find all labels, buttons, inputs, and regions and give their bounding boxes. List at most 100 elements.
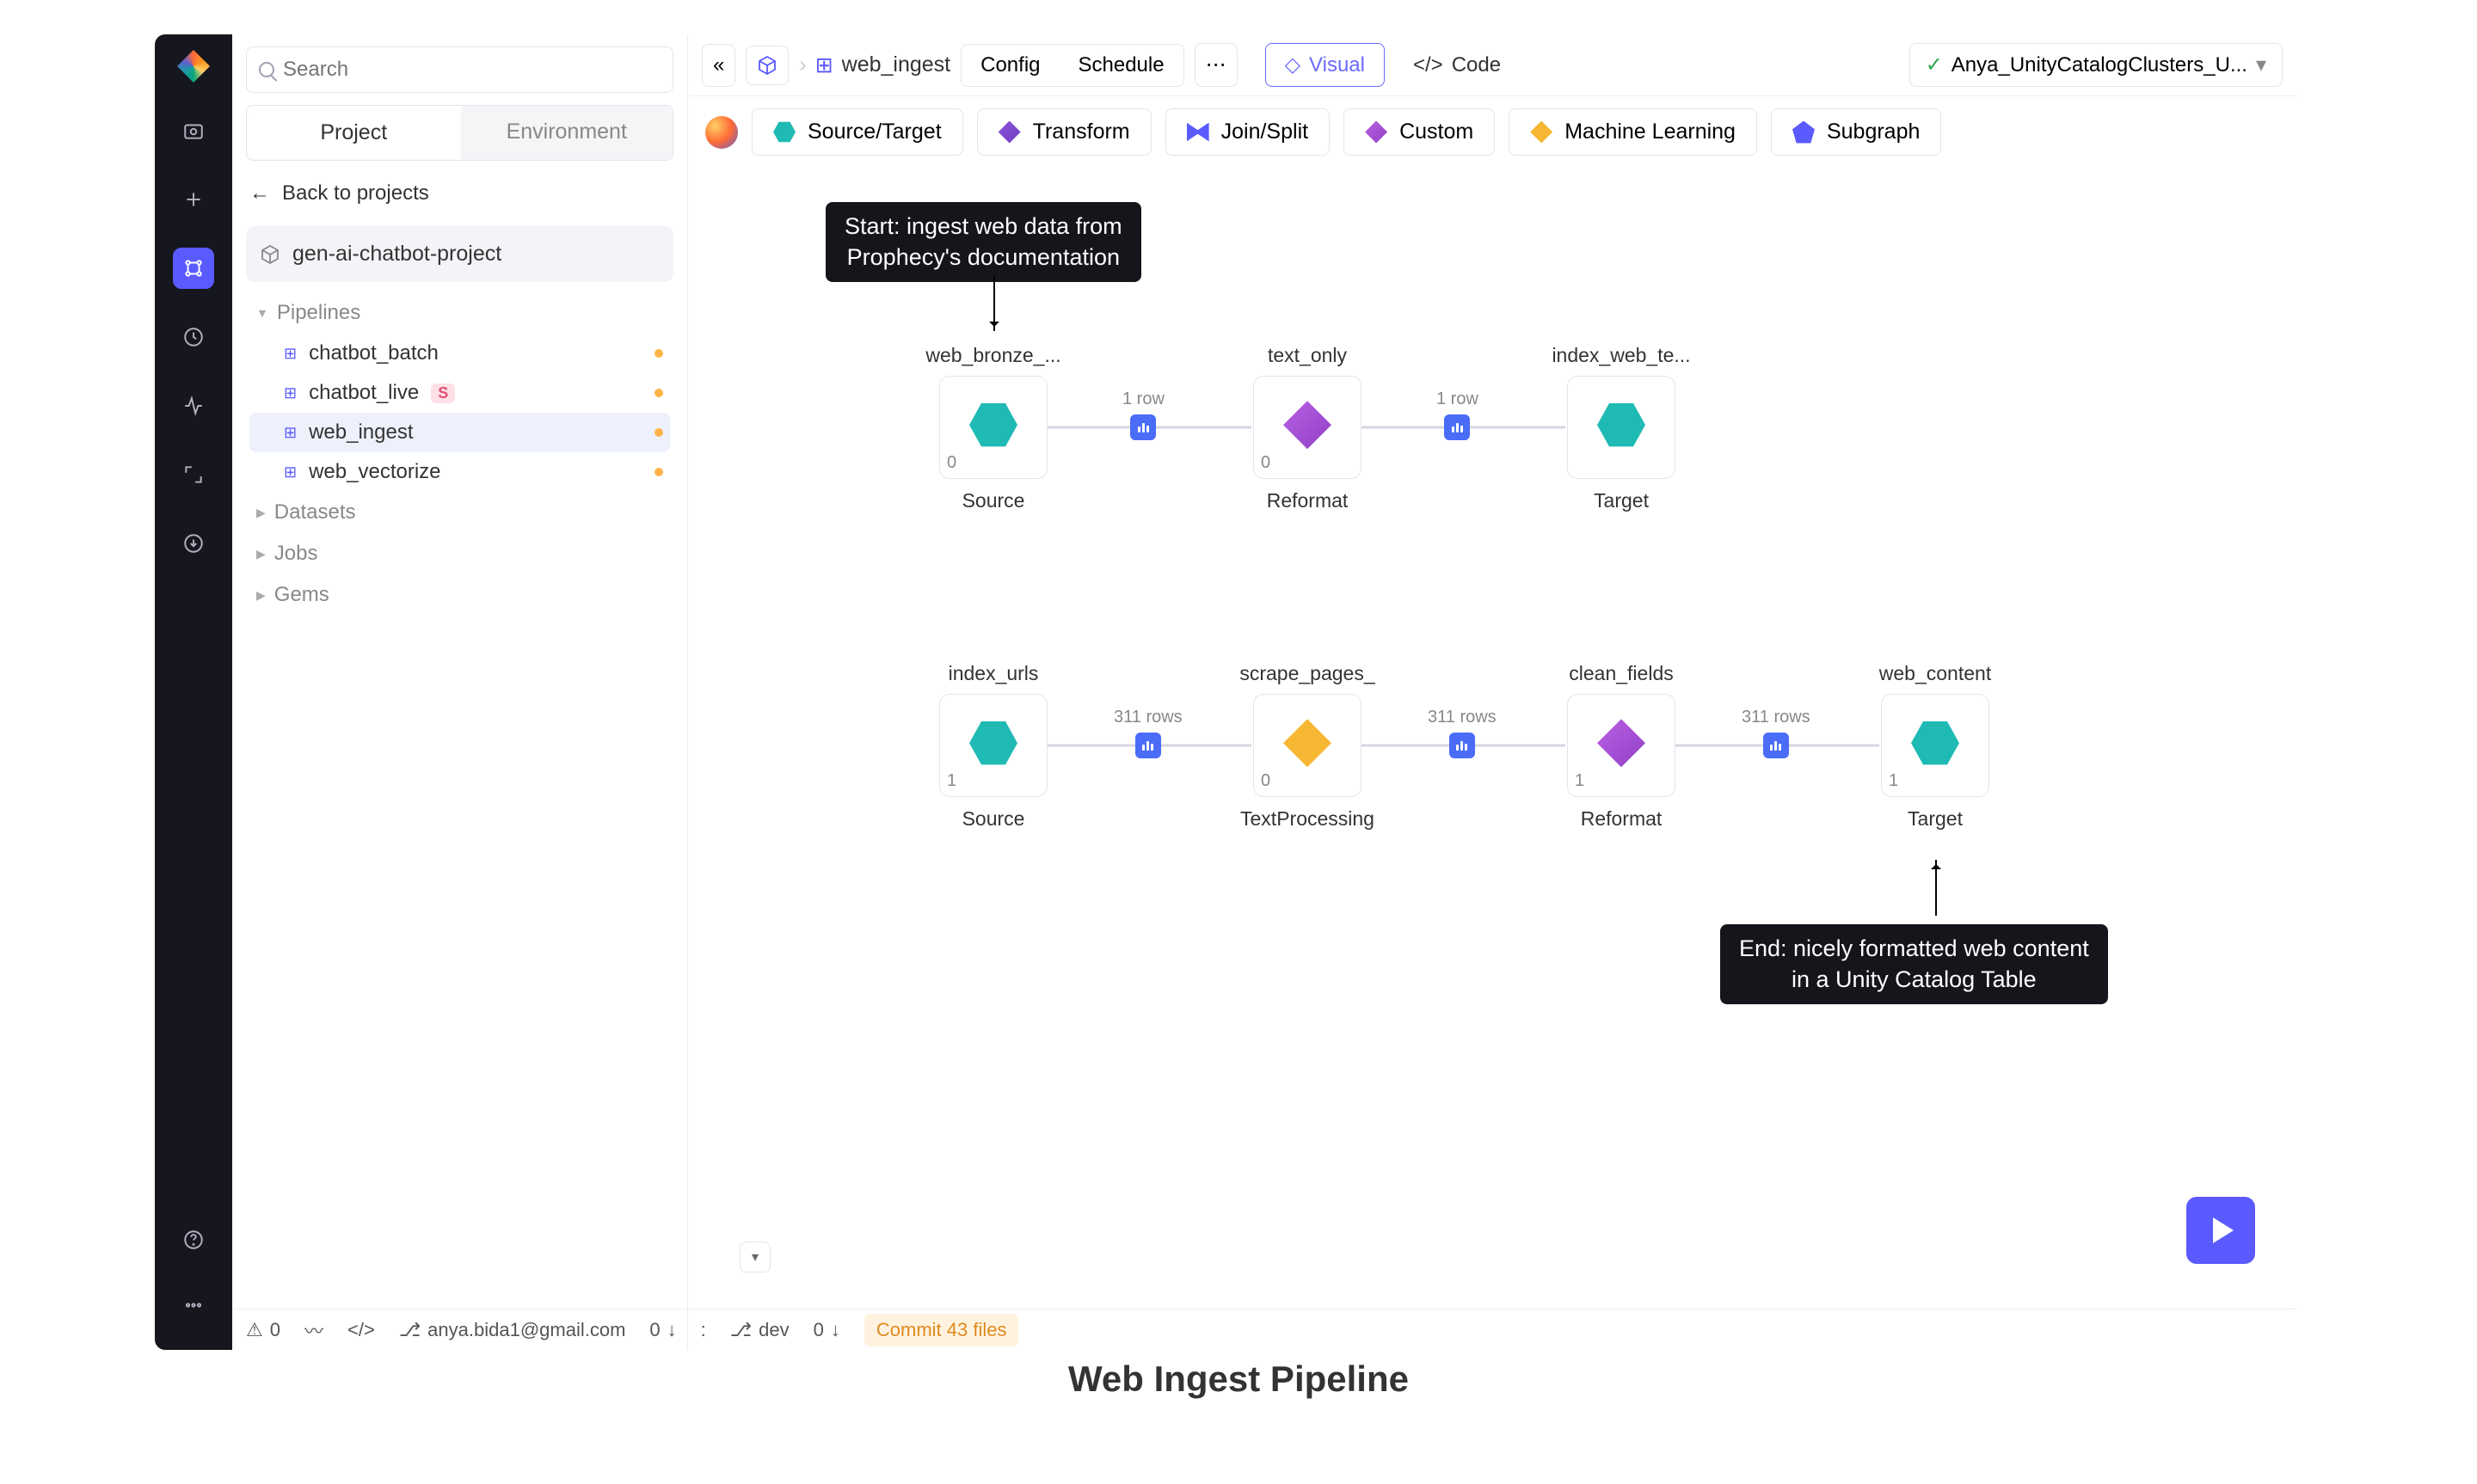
branch-icon: ⎇ [399,1319,421,1341]
pipeline-crumb-cube[interactable] [746,46,789,85]
node-web-content[interactable]: web_content 1 Target [1879,662,1991,831]
tree-jobs[interactable]: ▶Jobs [249,533,670,574]
canvas[interactable]: web_bronze_... 0 Source text_only 0 Refo… [688,168,2296,1350]
badge-s: S [431,383,455,403]
node-count: 0 [947,453,956,473]
status-colon: : [701,1319,706,1341]
status-outgoing[interactable]: 0↓ [814,1319,840,1341]
canvas-dropdown-button[interactable]: ▾ [740,1242,771,1272]
node-title: index_urls [949,662,1039,685]
node-scrape-pages[interactable]: scrape_pages_ 0 TextProcessing [1251,662,1363,831]
back-button[interactable]: « [702,44,735,87]
status-email: anya.bida1@gmail.com [427,1319,625,1341]
arrow-down-icon: ↓ [831,1319,840,1341]
project-row[interactable]: gen-ai-chatbot-project [246,226,673,282]
palette-transform[interactable]: Transform [977,108,1152,156]
prophecy-logo-icon [177,50,210,83]
status-branch[interactable]: ⎇ dev [730,1319,790,1341]
node-title: scrape_pages_ [1239,662,1374,685]
status-incoming[interactable]: 0↓ [649,1319,676,1341]
tree-pipelines[interactable]: ▼ Pipelines [249,292,670,334]
pipeline-icon: ⊞ [284,384,297,402]
node-clean-fields[interactable]: clean_fields 1 Reformat [1565,662,1677,831]
config-tab[interactable]: Config [962,45,1059,86]
node-title: clean_fields [1569,662,1673,685]
status-code[interactable]: </> [347,1319,375,1341]
status-count: 0 [649,1319,660,1341]
edge-chip[interactable]: 1 row [1122,389,1165,440]
rail-expand-icon[interactable] [173,454,214,495]
tree-gems[interactable]: ▶Gems [249,574,670,616]
cluster-name: Anya_UnityCatalogClusters_U... [1951,53,2247,77]
node-count: 1 [947,771,956,791]
node-sublabel: Target [1594,489,1649,512]
edge-chip[interactable]: 311 rows [1428,708,1497,758]
tree-item-web-ingest[interactable]: ⊞web_ingest [249,413,670,452]
schedule-tab[interactable]: Schedule [1060,45,1183,86]
palette-label: Subgraph [1827,120,1920,144]
tree-jobs-label: Jobs [274,542,318,566]
node-index-web-te[interactable]: index_web_te... Target [1565,344,1677,512]
search-icon [259,62,274,77]
edge-rows: 1 row [1122,389,1165,409]
back-to-projects[interactable]: ← Back to projects [232,161,687,226]
breadcrumb-pipeline: web_ingest [842,52,950,77]
cube-icon [757,55,778,76]
tree-pipelines-label: Pipelines [277,301,360,325]
tree-datasets[interactable]: ▶Datasets [249,492,670,533]
tree-item-web-vectorize[interactable]: ⊞web_vectorize [249,452,670,492]
status-warnings[interactable]: ⚠0 [246,1319,280,1341]
diamond-icon [1365,121,1387,144]
search-input[interactable] [283,58,661,82]
left-rail [155,34,232,1350]
diamond-icon [1283,719,1331,767]
node-web-bronze[interactable]: web_bronze_... 0 Source [937,344,1049,512]
tree-item-chatbot-batch[interactable]: ⊞chatbot_batch [249,334,670,373]
search-box[interactable] [246,46,673,93]
bar-chart-icon [1452,423,1463,432]
status-branch-name: dev [759,1319,789,1341]
node-sublabel: Source [962,807,1025,831]
rail-plus-icon[interactable] [173,179,214,220]
status-user[interactable]: ⎇ anya.bida1@gmail.com [399,1319,626,1341]
edge-chip[interactable]: 311 rows [1114,708,1183,758]
rail-pipeline-icon[interactable] [173,248,214,289]
cluster-picker[interactable]: ✓ Anya_UnityCatalogClusters_U... ▾ [1909,43,2283,87]
code-toggle[interactable]: </>Code [1393,43,1521,87]
rail-download-icon[interactable] [173,523,214,564]
status-trend[interactable]: 〰 [304,1316,323,1344]
status-colon-label: : [701,1319,706,1341]
diamond-icon [1597,719,1645,767]
palette-subgraph[interactable]: Subgraph [1771,108,1941,156]
tab-project[interactable]: Project [248,107,460,159]
branch-icon: ⎇ [730,1319,752,1341]
status-dot [655,468,663,476]
copilot-orb-icon[interactable] [705,116,738,149]
palette-join-split[interactable]: Join/Split [1165,108,1330,156]
edge-chip[interactable]: 311 rows [1742,708,1810,758]
visual-toggle[interactable]: ◇Visual [1265,43,1385,87]
edge-rows: 311 rows [1742,708,1810,727]
caret-down-icon: ▼ [256,306,268,320]
node-index-urls[interactable]: index_urls 1 Source [937,662,1049,831]
palette-custom[interactable]: Custom [1343,108,1495,156]
rail-more-icon[interactable] [173,1285,214,1326]
tree-item-chatbot-live[interactable]: ⊞chatbot_liveS [249,373,670,413]
code-label: Code [1452,53,1501,77]
node-text-only[interactable]: text_only 0 Reformat [1251,344,1363,512]
status-dot [655,389,663,397]
rail-activity-icon[interactable] [173,385,214,426]
rail-clock-icon[interactable] [173,316,214,358]
tab-environment[interactable]: Environment [461,106,673,160]
status-commit[interactable]: Commit 43 files [864,1314,1019,1346]
rail-camera-icon[interactable] [173,110,214,151]
palette-ml[interactable]: Machine Learning [1509,108,1757,156]
run-button[interactable] [2186,1197,2255,1264]
edge-chip[interactable]: 1 row [1436,389,1478,440]
config-schedule-segment: Config Schedule [961,44,1183,87]
palette-source-target[interactable]: Source/Target [752,108,963,156]
node-title: text_only [1268,344,1347,367]
more-button[interactable]: ⋯ [1195,43,1238,87]
rail-help-icon[interactable] [173,1219,214,1260]
main: « › ⊞ web_ingest Config Schedule ⋯ ◇Visu… [688,34,2296,1350]
